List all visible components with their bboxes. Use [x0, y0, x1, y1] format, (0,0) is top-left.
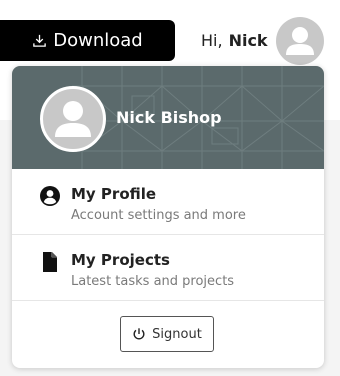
document-icon: [43, 252, 57, 272]
avatar-silhouette-icon: [286, 27, 314, 55]
menu-item-title: My Profile: [71, 185, 157, 203]
download-label: Download: [53, 30, 143, 51]
download-button[interactable]: Download: [0, 20, 175, 61]
dropdown-header: Nick Bishop: [12, 66, 324, 169]
greeting-text: Hi,: [201, 31, 223, 50]
menu-divider: [12, 300, 324, 301]
user-dropdown-menu: Nick Bishop My Profile Account settings …: [12, 66, 324, 368]
menu-item-my-projects[interactable]: My Projects Latest tasks and projects: [12, 235, 324, 300]
menu-item-my-profile[interactable]: My Profile Account settings and more: [12, 169, 324, 234]
menu-item-title: My Projects: [71, 251, 170, 269]
avatar-silhouette-icon: [55, 101, 91, 137]
signout-label: Signout: [152, 326, 202, 342]
menu-item-subtitle: Latest tasks and projects: [71, 274, 235, 289]
download-icon: [33, 34, 47, 47]
user-circle-icon: [40, 186, 60, 206]
signout-button[interactable]: Signout: [120, 316, 214, 352]
power-icon: [133, 328, 145, 340]
menu-item-subtitle: Account settings and more: [71, 208, 246, 223]
dropdown-user-full-name: Nick Bishop: [116, 108, 222, 127]
greeting-user-name: Nick: [228, 31, 268, 50]
user-avatar-button[interactable]: [276, 17, 324, 65]
dropdown-avatar: [40, 86, 106, 152]
user-greeting: Hi, Nick: [201, 31, 268, 50]
